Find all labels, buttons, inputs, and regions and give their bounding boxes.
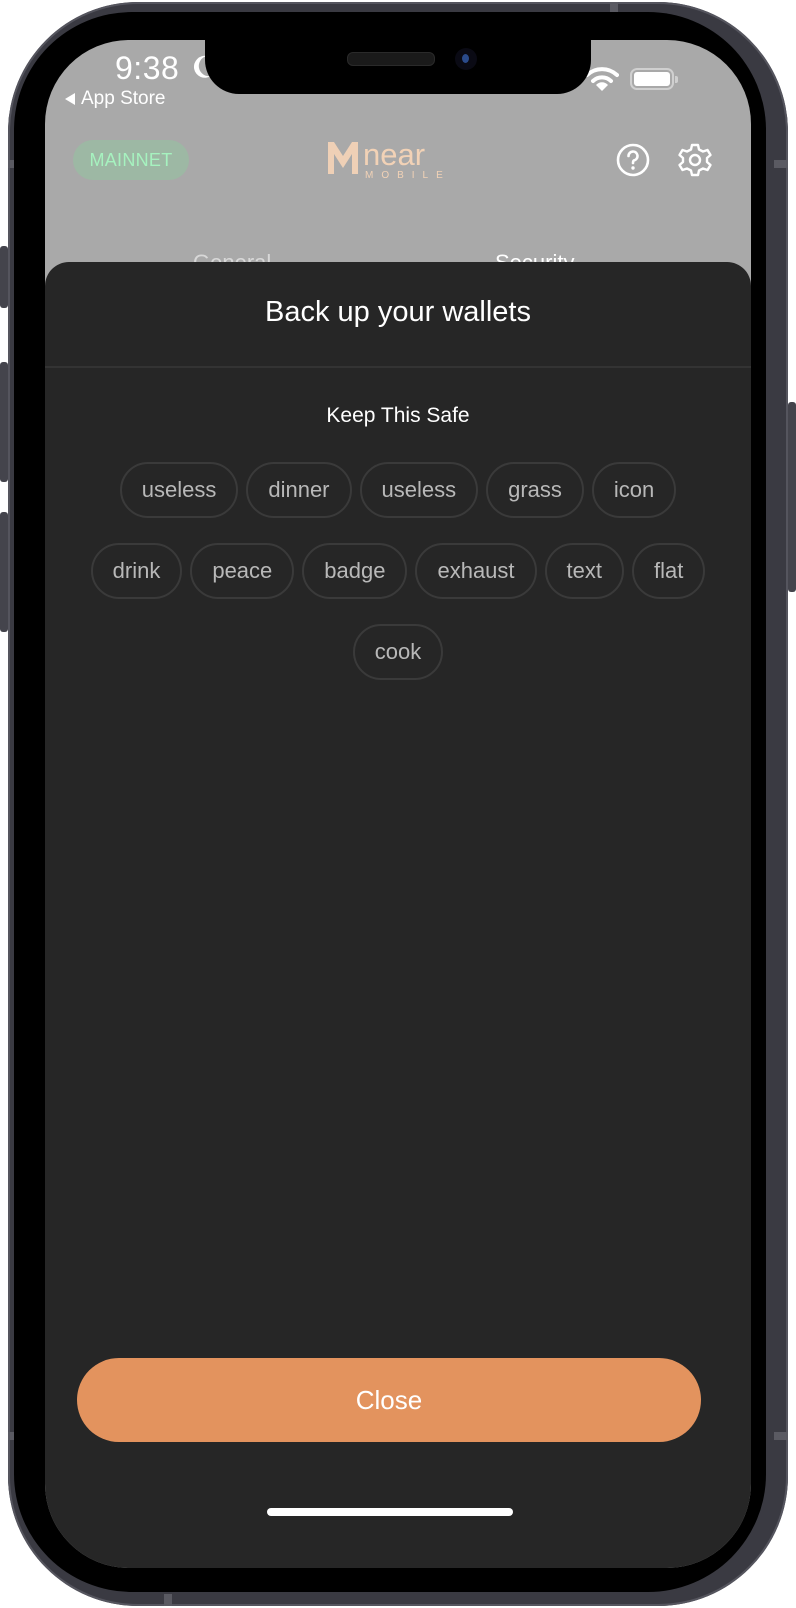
screen: 9:38 App Store MAINNET near MOBILE Gener… (45, 40, 751, 1568)
seed-word: badge (302, 543, 408, 599)
seed-word: text (544, 543, 624, 599)
logo-word: near (363, 138, 425, 172)
sheet-subtitle: Keep This Safe (326, 404, 470, 427)
mute-switch (0, 246, 8, 308)
logo-sub: MOBILE (365, 170, 451, 181)
seed-word: icon (591, 462, 677, 518)
back-app-label: App Store (81, 88, 166, 109)
backup-wallets-sheet: Back up your wallets Keep This Safe usel… (45, 262, 751, 1568)
speaker (347, 52, 435, 66)
back-arrow-icon (65, 93, 75, 105)
antenna-band (774, 160, 788, 168)
gear-icon[interactable] (677, 142, 713, 178)
seed-word: useless (119, 462, 239, 518)
seed-word: exhaust (415, 543, 537, 599)
seed-word: cook (352, 624, 444, 680)
status-time: 9:38 (115, 50, 180, 86)
seed-word: drink (90, 543, 183, 599)
seed-word: flat (632, 543, 706, 599)
seed-word: grass (486, 462, 584, 518)
antenna-band (774, 1432, 788, 1440)
sheet-title: Back up your wallets (265, 296, 531, 328)
home-indicator[interactable] (267, 1508, 513, 1516)
seed-word: peace (190, 543, 295, 599)
volume-down-button (0, 512, 8, 632)
volume-up-button (0, 362, 8, 482)
back-to-app-store[interactable]: App Store (65, 88, 166, 110)
near-mobile-logo: near MOBILE (328, 138, 451, 181)
antenna-band (164, 1594, 172, 1606)
seed-word: dinner (246, 462, 352, 518)
wifi-icon (585, 67, 619, 91)
front-camera (455, 48, 477, 70)
power-button (788, 402, 796, 592)
network-badge[interactable]: MAINNET (73, 140, 189, 180)
close-button[interactable]: Close (77, 1358, 701, 1442)
battery-icon (630, 68, 678, 90)
seed-phrase-words: useless dinner useless grass icon drink … (75, 462, 721, 680)
divider (45, 366, 751, 368)
seed-word: useless (359, 462, 479, 518)
question-circle-icon[interactable] (615, 142, 651, 178)
notch (205, 40, 591, 94)
